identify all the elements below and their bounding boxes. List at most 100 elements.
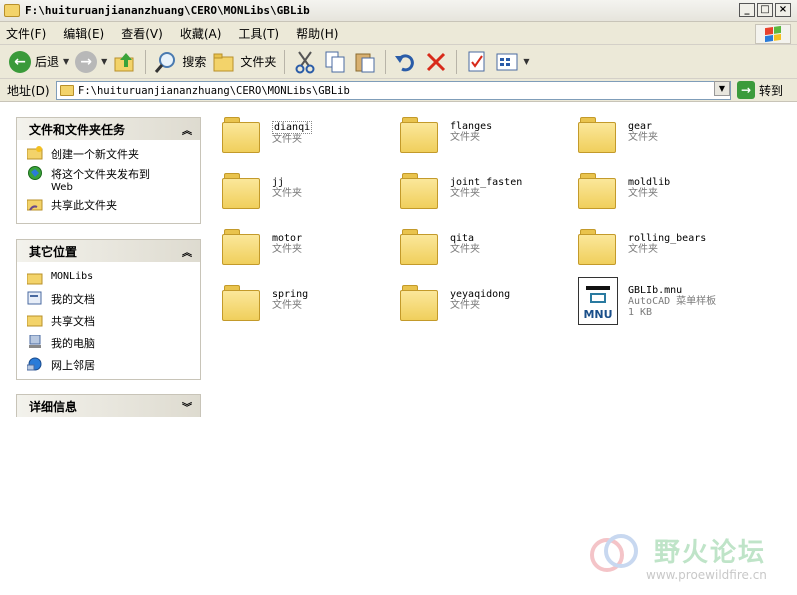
folder-icon — [4, 4, 20, 17]
toolbar-separator — [145, 49, 147, 74]
place-shared-documents-label: 共享文档 — [51, 315, 95, 328]
place-monlibs[interactable]: MONLibs — [27, 271, 200, 285]
close-button[interactable]: × — [775, 3, 791, 17]
folder-item[interactable]: yeyaqidong 文件夹 — [400, 283, 575, 335]
folder-item[interactable]: moldlib 文件夹 — [578, 171, 753, 223]
folder-item[interactable]: dianqi 文件夹 — [222, 115, 397, 167]
place-network[interactable]: 网上邻居 — [27, 357, 200, 373]
folder-icon — [578, 117, 618, 153]
computer-icon — [29, 335, 41, 348]
item-name: joint_fasten — [450, 177, 523, 188]
expand-icon[interactable]: ︾ — [182, 399, 192, 414]
menu-bar: 文件(F) 编辑(E) 查看(V) 收藏(A) 工具(T) 帮助(H) — [0, 22, 797, 45]
search-button[interactable]: 搜索 — [151, 48, 209, 76]
back-button[interactable]: ← 后退 ▼ — [6, 48, 72, 76]
paste-button[interactable] — [350, 48, 380, 76]
toolbar-separator — [284, 49, 286, 74]
network-icon — [27, 357, 42, 371]
folder-icon — [400, 285, 440, 321]
folder-item[interactable]: motor 文件夹 — [222, 227, 397, 279]
place-my-documents[interactable]: 我的文档 — [27, 291, 200, 307]
place-my-computer[interactable]: 我的电脑 — [27, 335, 200, 351]
undo-button[interactable] — [391, 48, 421, 76]
up-button[interactable] — [110, 48, 140, 76]
publish-web-label-2: Web — [51, 182, 73, 193]
file-item[interactable]: MNU GBLIb.mnu AutoCAD 菜单样板 1 KB — [578, 277, 753, 329]
place-monlibs-label: MONLibs — [51, 271, 94, 282]
copy-button[interactable] — [320, 48, 350, 76]
views-button[interactable]: ▼ — [492, 48, 532, 76]
folder-icon — [400, 229, 440, 265]
go-button[interactable]: → 转到 — [737, 81, 783, 99]
item-name: dianqi — [272, 121, 313, 134]
address-value: F:\huituruanjiananzhuang\CERO\MONLibs\GB… — [78, 84, 350, 97]
dropdown-arrow-icon[interactable]: ▼ — [523, 57, 529, 66]
tasks-panel-header[interactable]: 文件和文件夹任务 ︽ — [17, 118, 200, 140]
share-folder-label: 共享此文件夹 — [51, 199, 117, 212]
delete-button[interactable] — [421, 48, 451, 76]
share-folder-task[interactable]: 共享此文件夹 — [27, 197, 200, 213]
folders-button[interactable]: 文件夹 — [209, 48, 279, 76]
maximize-button[interactable]: □ — [757, 3, 773, 17]
menu-tools[interactable]: 工具(T) — [238, 25, 279, 42]
collapse-icon[interactable]: ︽ — [182, 244, 192, 259]
folder-icon — [222, 285, 262, 321]
place-my-computer-label: 我的电脑 — [51, 337, 95, 350]
details-panel-header[interactable]: 详细信息 ︾ — [17, 395, 200, 417]
other-places-title: 其它位置 — [29, 244, 78, 259]
folder-item[interactable]: qita 文件夹 — [400, 227, 575, 279]
publish-web-task[interactable]: 将这个文件夹发布到 Web — [27, 166, 200, 193]
item-name: gear — [628, 121, 653, 132]
back-label: 后退 — [35, 55, 60, 69]
watermark-logo-icon — [588, 532, 646, 576]
place-shared-documents[interactable]: 共享文档 — [27, 313, 200, 329]
other-places-header[interactable]: 其它位置 ︽ — [17, 240, 200, 262]
folder-icon — [578, 229, 618, 265]
window-title: F:\huituruanjiananzhuang\CERO\MONLibs\GB… — [25, 4, 310, 17]
menu-edit[interactable]: 编辑(E) — [63, 25, 104, 42]
folder-icon — [400, 117, 440, 153]
menu-view[interactable]: 查看(V) — [121, 25, 163, 42]
new-folder-icon — [27, 146, 43, 160]
folder-item[interactable]: rolling_bears 文件夹 — [578, 227, 753, 279]
paste-icon — [355, 53, 375, 72]
folder-item[interactable]: jj 文件夹 — [222, 171, 397, 223]
folder-icon — [400, 173, 440, 209]
properties-icon — [468, 51, 485, 71]
item-type: 文件夹 — [450, 244, 480, 255]
item-name: flanges — [450, 121, 493, 132]
new-folder-task[interactable]: 创建一个新文件夹 — [27, 146, 200, 162]
minimize-button[interactable]: _ — [739, 3, 755, 17]
window-controls: _ □ × — [739, 3, 791, 17]
folder-item[interactable]: flanges 文件夹 — [400, 115, 575, 167]
item-type: 文件夹 — [272, 188, 302, 199]
collapse-icon[interactable]: ︽ — [182, 122, 192, 137]
menu-favorites[interactable]: 收藏(A) — [180, 25, 222, 42]
item-name: qita — [450, 233, 475, 244]
mnu-file-icon: MNU — [578, 277, 618, 325]
tasks-panel: 文件和文件夹任务 ︽ 创建一个新文件夹 将这个文件夹发布到 Web 共享此文件夹 — [16, 117, 201, 224]
menu-file[interactable]: 文件(F) — [6, 25, 46, 42]
item-name: motor — [272, 233, 303, 244]
address-dropdown-button[interactable]: ▼ — [714, 81, 730, 96]
folders-icon — [213, 53, 234, 71]
dropdown-arrow-icon[interactable]: ▼ — [63, 57, 69, 66]
item-type: AutoCAD 菜单样板 — [628, 296, 717, 307]
folder-item[interactable]: gear 文件夹 — [578, 115, 753, 167]
properties-button[interactable] — [462, 48, 492, 76]
folder-item[interactable]: spring 文件夹 — [222, 283, 397, 335]
menu-help[interactable]: 帮助(H) — [296, 25, 338, 42]
item-name: moldlib — [628, 177, 671, 188]
watermark-url: www.proewildfire.cn — [646, 568, 767, 582]
cut-button[interactable] — [290, 48, 320, 76]
views-icon — [496, 53, 518, 70]
dropdown-arrow-icon[interactable]: ▼ — [101, 57, 107, 66]
item-name: jj — [272, 177, 285, 188]
item-type: 文件夹 — [628, 244, 658, 255]
folder-icon — [222, 117, 262, 153]
mnu-icon-label: MNU — [583, 308, 613, 321]
forward-arrow-icon: → — [75, 50, 98, 73]
folder-item[interactable]: joint_fasten 文件夹 — [400, 171, 575, 223]
address-input[interactable]: F:\huituruanjiananzhuang\CERO\MONLibs\GB… — [56, 81, 731, 100]
forward-button[interactable]: → ▼ — [72, 48, 110, 76]
